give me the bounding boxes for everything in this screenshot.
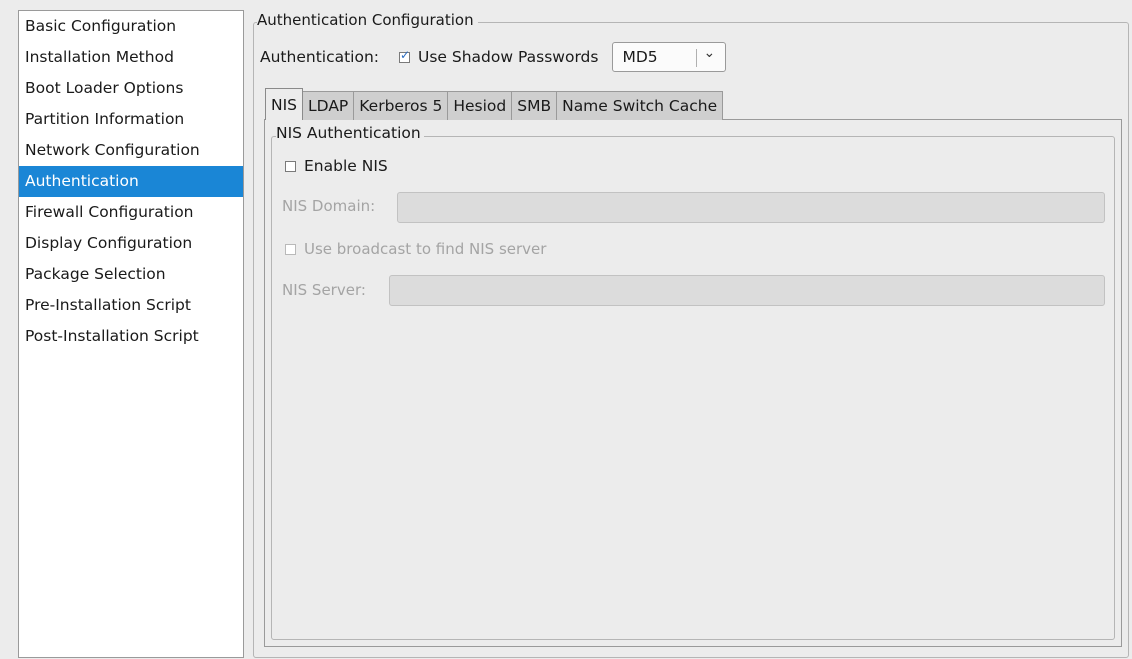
sidebar-item-basic-configuration[interactable]: Basic Configuration <box>19 11 243 42</box>
auth-config-frame-title: Authentication Configuration <box>257 10 478 30</box>
chevron-down-icon[interactable]: ⌄ <box>703 45 715 61</box>
section-list: Basic Configuration Installation Method … <box>18 10 244 658</box>
sidebar-item-pre-installation-script[interactable]: Pre-Installation Script <box>19 290 243 321</box>
tab-kerberos-5[interactable]: Kerberos 5 <box>353 91 449 120</box>
sidebar-item-post-installation-script[interactable]: Post-Installation Script <box>19 321 243 352</box>
enable-nis-checkbox[interactable] <box>285 160 296 172</box>
nis-server-input[interactable] <box>389 275 1105 306</box>
auth-row: Authentication: Use Shadow Passwords MD5… <box>260 42 727 72</box>
sidebar-item-package-selection[interactable]: Package Selection <box>19 259 243 290</box>
sidebar-item-network-configuration[interactable]: Network Configuration <box>19 135 243 166</box>
shadow-passwords-label[interactable]: Use Shadow Passwords <box>418 48 598 66</box>
sidebar-item-firewall-configuration[interactable]: Firewall Configuration <box>19 197 243 228</box>
nis-server-label: NIS Server: <box>282 281 366 299</box>
sidebar-item-authentication[interactable]: Authentication <box>19 166 243 197</box>
auth-label: Authentication: <box>260 48 380 66</box>
auth-tabs: NIS LDAP Kerberos 5 Hesiod SMB Name Swit… <box>265 88 724 120</box>
nis-domain-label: NIS Domain: <box>282 197 376 215</box>
tab-smb[interactable]: SMB <box>511 91 558 120</box>
sidebar-item-partition-information[interactable]: Partition Information <box>19 104 243 135</box>
tab-ldap[interactable]: LDAP <box>302 91 355 120</box>
tab-name-switch-cache[interactable]: Name Switch Cache <box>556 91 724 120</box>
broadcast-row: Use broadcast to find NIS server <box>285 238 546 260</box>
use-broadcast-label[interactable]: Use broadcast to find NIS server <box>304 240 546 258</box>
shadow-passwords-checkbox[interactable] <box>399 48 410 63</box>
select-separator <box>696 49 698 67</box>
tab-nis[interactable]: NIS <box>265 88 304 120</box>
enable-nis-row: Enable NIS <box>285 155 388 177</box>
sidebar-item-boot-loader-options[interactable]: Boot Loader Options <box>19 73 243 104</box>
enable-nis-label[interactable]: Enable NIS <box>304 157 388 175</box>
sidebar-item-display-configuration[interactable]: Display Configuration <box>19 228 243 259</box>
password-hash-select[interactable]: MD5 ⌄ <box>612 42 727 72</box>
sidebar-item-installation-method[interactable]: Installation Method <box>19 42 243 73</box>
nis-auth-frame-title: NIS Authentication <box>276 123 424 143</box>
tab-hesiod[interactable]: Hesiod <box>447 91 513 120</box>
nis-domain-input[interactable] <box>397 192 1105 223</box>
use-broadcast-checkbox[interactable] <box>285 243 296 255</box>
